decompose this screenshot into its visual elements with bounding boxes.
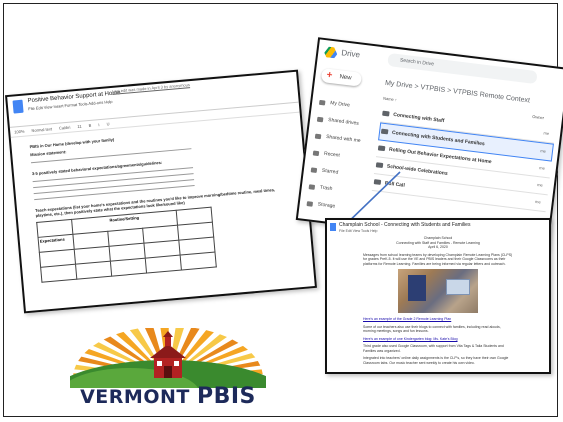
vermont-pbis-logo: VERMONT PBIS [70, 328, 266, 412]
folder-owner: me [534, 198, 542, 205]
schoolhouse-sun-icon [70, 328, 266, 388]
zoom-select[interactable]: 100% [14, 129, 25, 135]
style-select[interactable]: Normal text [31, 126, 52, 133]
column-name[interactable]: Name ↑ [383, 96, 397, 103]
folder-owner: me [543, 130, 550, 137]
folder-owner: me [540, 148, 547, 154]
folder-owner: me [536, 182, 544, 188]
drive-sidebar: My Drive Shared drives Shared with me Re… [305, 94, 375, 219]
doc-date: April 6, 2020 [428, 245, 448, 249]
expectations-table: Routine/Setting Expectations [36, 207, 217, 283]
paragraph: Some of our teachers also use their blog… [363, 324, 501, 334]
docs-icon [330, 223, 336, 231]
last-edit-link[interactable]: Last edit was made in April 3 by anonymo… [112, 82, 190, 94]
plus-icon: + [325, 69, 334, 82]
table-cell [40, 264, 77, 283]
folder-name: Connecting with Staff [392, 111, 445, 125]
table-cell [110, 258, 147, 277]
doc-page[interactable]: PBIS in Our Home (develop with your fami… [29, 118, 311, 310]
table-cell [145, 255, 182, 274]
folder-name: School-wide Celebrations [386, 163, 448, 177]
paragraph: Messages from school learning teams by d… [363, 252, 513, 266]
classroom-photo [398, 269, 478, 313]
docs-icon [12, 99, 24, 114]
table-cell [75, 261, 112, 280]
drive-logo-icon [324, 46, 338, 59]
linked-document-screenshot: Champlain School - Connecting with Stude… [325, 218, 551, 374]
underline-button[interactable]: U [106, 121, 109, 126]
linked-doc-title[interactable]: Champlain School - Connecting with Stude… [339, 222, 470, 228]
folder-name: Roll Call [384, 180, 406, 189]
learning-plan-link[interactable]: Here's an example of the Grade 2 Remote … [363, 317, 513, 322]
table-cell [180, 252, 217, 271]
logo-word-vermont: VERMONT [80, 386, 190, 408]
new-button[interactable]: + New [321, 68, 362, 87]
logo-word-pbis: PBIS [196, 384, 256, 409]
column-owner[interactable]: Owner [532, 114, 544, 120]
font-size-select[interactable]: 11 [77, 124, 82, 129]
blog-link[interactable]: Here's an example of one Kindergarten bl… [363, 337, 513, 342]
linked-doc-menu[interactable]: File Edit View Tools Help [339, 229, 377, 233]
bold-button[interactable]: B [88, 123, 91, 128]
logo-wordmark: VERMONT PBIS [70, 384, 266, 409]
folder-owner: me [539, 165, 546, 171]
file-list: Connecting with Staff me Connecting with … [371, 105, 557, 213]
linked-doc-body: Champlain School Connecting with Staff a… [363, 236, 513, 368]
paragraph: Integrated into teachers' online daily a… [363, 356, 509, 365]
font-select[interactable]: Calibri [59, 125, 71, 131]
paragraph: Third grade also used Google Classroom, … [363, 344, 504, 353]
google-doc-screenshot: Positive Behavior Support at Home File E… [5, 69, 317, 314]
new-button-label: New [339, 74, 352, 82]
drive-brand: Drive [340, 48, 361, 60]
doc-header-block: Champlain School Connecting with Staff a… [363, 236, 513, 250]
italic-button[interactable]: I [98, 122, 100, 127]
